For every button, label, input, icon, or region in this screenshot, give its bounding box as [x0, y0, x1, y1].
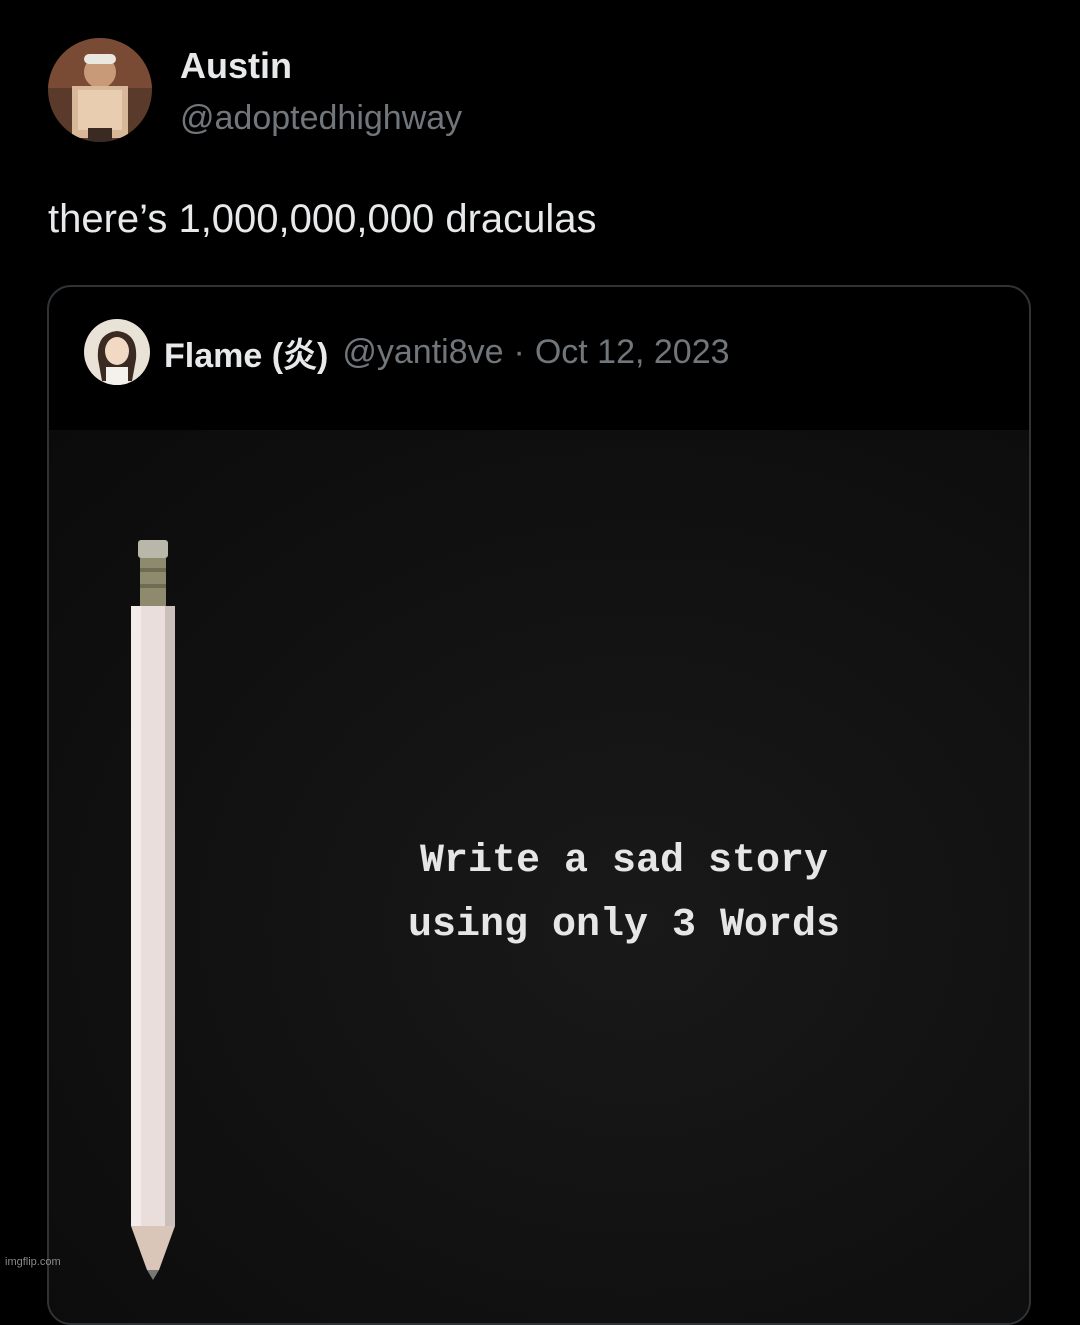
quoted-media-image[interactable]: Write a sad story using only 3 Words: [49, 430, 1029, 1323]
quoted-author-name[interactable]: Flame (炎): [164, 328, 328, 377]
media-caption-line-2: using only 3 Words: [407, 903, 841, 948]
quoted-tweet-header: Flame (炎) @yanti8ve · Oct 12, 2023: [84, 319, 730, 385]
separator-dot: ·: [513, 332, 525, 371]
quoted-author-handle[interactable]: @yanti8ve: [342, 333, 503, 372]
avatar[interactable]: [48, 38, 152, 142]
author-name[interactable]: Austin: [180, 42, 462, 90]
pencil-image: [131, 540, 175, 1280]
tweet-text: there’s 1,000,000,000 draculas: [48, 197, 597, 241]
watermark: imgflip.com: [5, 1256, 61, 1268]
quoted-date[interactable]: Oct 12, 2023: [535, 333, 730, 372]
quoted-tweet-card[interactable]: Flame (炎) @yanti8ve · Oct 12, 2023 Write…: [47, 285, 1031, 1325]
quoted-avatar[interactable]: [84, 319, 150, 385]
tweet-header: Austin @adoptedhighway: [48, 38, 462, 148]
media-caption: Write a sad story using only 3 Words: [344, 830, 904, 958]
media-caption-line-1: Write a sad story: [419, 839, 829, 884]
author-handle[interactable]: @adoptedhighway: [180, 94, 462, 142]
